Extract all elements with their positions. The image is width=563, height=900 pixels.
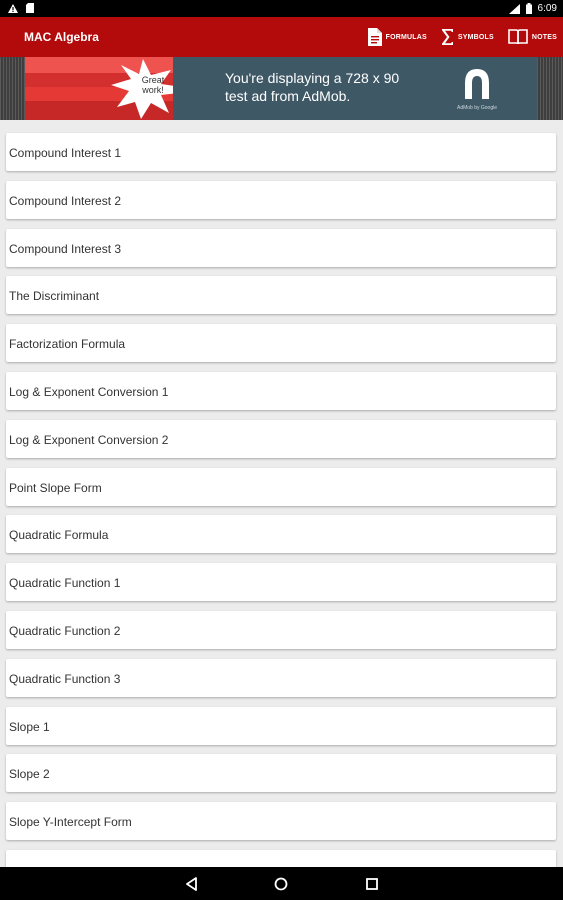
list-item[interactable]: Slope 2 [6, 754, 556, 793]
notes-button[interactable]: NOTES [508, 29, 557, 45]
list-item-label: Quadratic Function 2 [9, 623, 121, 638]
formulas-button[interactable]: FORMULAS [367, 28, 427, 46]
ad-line-1: You're displaying a 728 x 90 [225, 70, 400, 86]
list-item[interactable]: Factorization Formula [6, 324, 556, 363]
list-item[interactable]: Compound Interest 3 [6, 228, 556, 267]
list-item[interactable]: The Discriminant [6, 276, 556, 315]
admob-brand: AdMob by Google [429, 65, 525, 115]
list-item[interactable]: Quadratic Function 2 [6, 610, 556, 649]
list-item[interactable]: Quadratic Formula [6, 515, 556, 554]
list-item[interactable]: Quadratic Function 1 [6, 563, 556, 602]
list-item-label: Quadratic Formula [9, 528, 109, 543]
list-item[interactable]: Compound Interest 2 [6, 180, 556, 219]
ad-badge-text: Great work! [141, 75, 165, 95]
signal-icon [508, 3, 520, 14]
app-title: MAC Algebra [24, 30, 99, 44]
book-icon [508, 29, 528, 45]
list-item-label: Factorization Formula [9, 337, 126, 352]
list-item[interactable]: Log & Exponent Conversion 1 [6, 371, 556, 410]
home-icon[interactable] [273, 876, 289, 892]
formulas-label: FORMULAS [385, 33, 427, 41]
formula-list: Compound Interest 1 Compound Interest 2 … [6, 133, 556, 898]
battery-icon [525, 3, 532, 14]
list-item[interactable]: Compound Interest 1 [6, 133, 556, 171]
document-icon [367, 28, 382, 46]
list-item-label: Slope Y-Intercept Form [9, 815, 132, 830]
admob-label: AdMob by Google [456, 105, 498, 111]
ad-strip: Great work! You're displaying a 728 x 90… [0, 57, 563, 120]
list-item-label: Log & Exponent Conversion 2 [9, 432, 169, 447]
app-bar: MAC Algebra FORMULAS SYMBOLS NOTES [0, 17, 563, 57]
list-item-label: Log & Exponent Conversion 1 [9, 384, 169, 399]
sigma-icon [441, 29, 453, 45]
list-item-label: Point Slope Form [9, 480, 102, 495]
ad-banner[interactable]: Great work! You're displaying a 728 x 90… [25, 57, 537, 120]
status-time: 6:09 [537, 3, 557, 14]
toolbar-actions: FORMULAS SYMBOLS NOTES [367, 17, 557, 57]
list-item-label: The Discriminant [9, 289, 100, 304]
admob-logo-icon [465, 69, 489, 99]
list-item[interactable]: Log & Exponent Conversion 2 [6, 419, 556, 458]
navigation-bar [0, 867, 563, 900]
ad-text: You're displaying a 728 x 90 test ad fro… [225, 69, 425, 105]
list-item-label: Compound Interest 1 [9, 146, 122, 160]
list-item-label: Compound Interest 3 [9, 241, 122, 256]
list-item-label: Compound Interest 2 [9, 193, 122, 208]
back-icon[interactable] [184, 876, 200, 892]
list-item[interactable]: Point Slope Form [6, 467, 556, 506]
symbols-button[interactable]: SYMBOLS [441, 29, 494, 45]
list-item-label: Quadratic Function 3 [9, 671, 121, 686]
sd-card-icon [26, 3, 34, 13]
list-item-label: Quadratic Function 1 [9, 576, 121, 591]
list-item[interactable]: Slope 1 [6, 706, 556, 745]
list-item[interactable]: Slope Y-Intercept Form [6, 802, 556, 841]
symbols-label: SYMBOLS [457, 33, 494, 41]
status-bar: 6:09 [0, 0, 563, 17]
notes-label: NOTES [531, 33, 557, 41]
warning-icon [8, 3, 18, 13]
list-item[interactable]: Quadratic Function 3 [6, 658, 556, 697]
ad-line-2: test ad from AdMob. [225, 88, 351, 104]
list-item-label: Slope 1 [9, 719, 50, 734]
recents-icon[interactable] [364, 876, 380, 892]
list-item-label: Slope 2 [9, 767, 50, 782]
